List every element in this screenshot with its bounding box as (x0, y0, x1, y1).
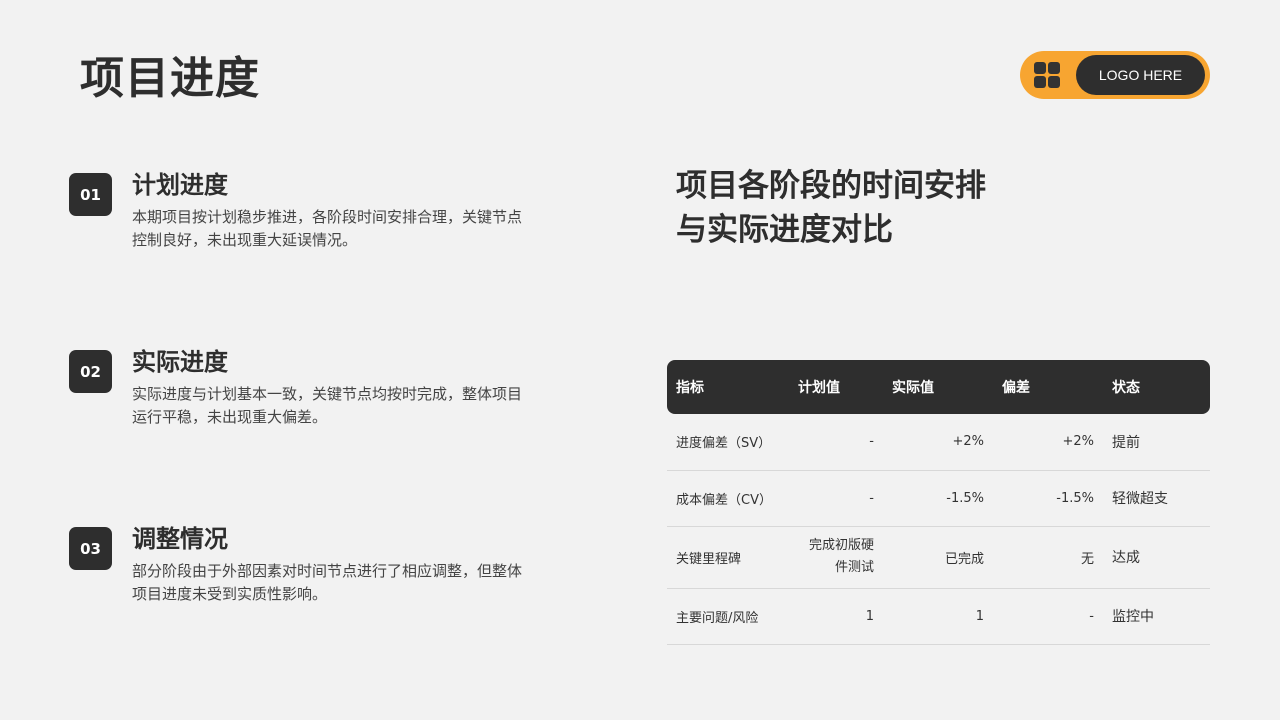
table-row: 进度偏差（SV） - +2% +2% 提前 (667, 414, 1210, 471)
table-cell: - (789, 470, 883, 527)
progress-table: 指标 计划值 实际值 偏差 状态 进度偏差（SV） - +2% +2% 提前 成… (667, 360, 1210, 645)
status-cell: 轻微超支 (1103, 470, 1210, 527)
comparison-heading-line1: 项目各阶段的时间安排 (676, 168, 986, 204)
table-cell: 关键里程碑 (667, 526, 789, 589)
column-header: 状态 (1112, 380, 1140, 396)
status-cell: 达成 (1103, 526, 1210, 589)
status-cell: 监控中 (1103, 588, 1210, 645)
item-number-badge: 03 (69, 527, 112, 570)
table-cell: -1.5% (993, 470, 1103, 527)
status-cell: 提前 (1103, 414, 1210, 471)
item-title: 实际进度 (132, 348, 228, 376)
item-title: 计划进度 (132, 171, 228, 199)
item-number-badge: 01 (69, 173, 112, 216)
grid-icon (1034, 62, 1060, 88)
table-cell: 已完成 (883, 526, 993, 589)
column-header: 指标 (676, 380, 704, 396)
table-cell: +2% (883, 414, 993, 471)
table-row: 关键里程碑 完成初版硬件测试 已完成 无 达成 (667, 526, 1210, 589)
table-row: 成本偏差（CV） - -1.5% -1.5% 轻微超支 (667, 470, 1210, 527)
comparison-heading-line2: 与实际进度对比 (676, 212, 893, 248)
table-row: 主要问题/风险 1 1 - 监控中 (667, 588, 1210, 645)
item-description: 实际进度与计划基本一致，关键节点均按时完成，整体项目运行平稳，未出现重大偏差。 (132, 385, 523, 426)
table-cell: - (789, 414, 883, 471)
comparison-heading: 项目各阶段的时间安排 与实际进度对比 (676, 164, 1076, 252)
item-title: 调整情况 (132, 525, 228, 553)
logo-text: LOGO HERE (1076, 55, 1205, 95)
page-title: 项目进度 (80, 53, 260, 104)
item-number-badge: 02 (69, 350, 112, 393)
column-header: 偏差 (1002, 380, 1030, 396)
table-cell: - (993, 588, 1103, 645)
logo: LOGO HERE (1020, 51, 1210, 99)
item-description: 部分阶段由于外部因素对时间节点进行了相应调整，但整体项目进度未受到实质性影响。 (132, 562, 523, 603)
table-cell: 成本偏差（CV） (667, 470, 789, 527)
table-cell: -1.5% (883, 470, 993, 527)
table-cell: 完成初版硬件测试 (789, 526, 883, 589)
table-cell: 主要问题/风险 (667, 588, 789, 645)
item-description: 本期项目按计划稳步推进，各阶段时间安排合理，关键节点控制良好，未出现重大延误情况… (132, 208, 523, 249)
table-cell: 进度偏差（SV） (667, 414, 789, 471)
column-header: 实际值 (892, 380, 934, 396)
column-header: 计划值 (798, 380, 840, 396)
table-cell: +2% (993, 414, 1103, 471)
table-header-row: 指标 计划值 实际值 偏差 状态 (667, 360, 1210, 414)
table-cell: 无 (993, 526, 1103, 589)
table-cell: 1 (883, 588, 993, 645)
table-cell: 1 (789, 588, 883, 645)
